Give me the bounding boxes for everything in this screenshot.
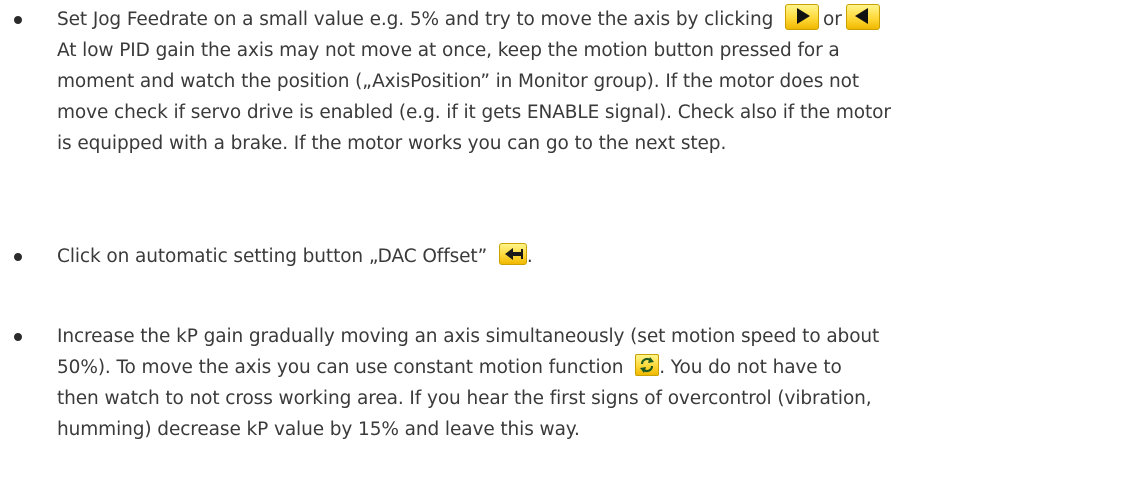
dac-offset-icon[interactable]: [498, 243, 527, 265]
text-run: Click on automatic setting button „DAC O…: [57, 246, 488, 267]
text-run: .: [526, 246, 533, 267]
text-run: or: [823, 9, 842, 30]
text-line: Click on automatic setting button „DAC O…: [57, 241, 1113, 272]
text-line: humming) decrease kP value by 15% and le…: [57, 419, 580, 440]
text-line: move check if servo drive is enabled (e.…: [57, 102, 891, 123]
constant-motion-icon[interactable]: [635, 354, 660, 376]
text-line: moment and watch the position („AxisPosi…: [57, 71, 860, 92]
bullet-dot: [14, 16, 22, 24]
text-line: then watch to not cross working area. If…: [57, 388, 872, 409]
arrow-right-icon[interactable]: [785, 4, 820, 30]
text-run: Set Jog Feedrate on a small value e.g. 5…: [57, 9, 774, 30]
bullet-dot: [14, 253, 22, 261]
text-line: Set Jog Feedrate on a small value e.g. 5…: [57, 4, 1113, 35]
document-page: Set Jog Feedrate on a small value e.g. 5…: [0, 0, 1124, 497]
paragraph-jog: Set Jog Feedrate on a small value e.g. 5…: [57, 4, 1113, 159]
text-line: 50%). To move the axis you can use const…: [57, 352, 1113, 383]
text-run: 50%). To move the axis you can use const…: [57, 357, 624, 378]
text-line: is equipped with a brake. If the motor w…: [57, 133, 727, 154]
bullet-dot: [14, 333, 22, 341]
text-line: At low PID gain the axis may not move at…: [57, 40, 840, 61]
text-run: . You do not have to: [659, 357, 842, 378]
text-line: Increase the kP gain gradually moving an…: [57, 326, 880, 347]
arrow-left-icon[interactable]: [845, 4, 880, 30]
paragraph-kp-gain: Increase the kP gain gradually moving an…: [57, 321, 1113, 445]
paragraph-dac-offset: Click on automatic setting button „DAC O…: [57, 241, 1113, 272]
